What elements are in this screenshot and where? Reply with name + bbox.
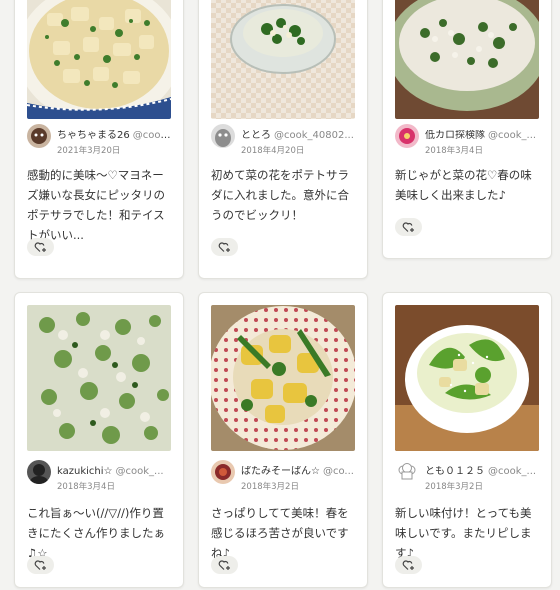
heart-plus-icon — [34, 560, 46, 570]
post-date: 2018年3月2日 — [241, 482, 299, 492]
like-button[interactable] — [395, 556, 422, 574]
user-display-name: ととろ — [241, 130, 271, 141]
cooksnap-card[interactable]: ちゃちゃまる26@cook_... 2021年3月20日 感動的に美味～♡マヨネ… — [14, 0, 184, 279]
user-avatar[interactable] — [27, 124, 51, 148]
comment-text: 新じゃがと菜の花♡春の味美味しく出来ました♪ — [395, 168, 532, 202]
potato-salad-photo[interactable] — [27, 0, 171, 119]
user-avatar[interactable] — [27, 460, 51, 484]
comment-text: 感動的に美味～♡マヨネーズ嫌いな長女にピッタリのポテサラでした！和テイストがいい… — [27, 168, 165, 242]
heart-plus-icon — [218, 560, 230, 570]
comment-text: これ旨ぁ～い(//▽//)作り置きにたくさん作りましたぁ♫☆ — [27, 506, 165, 560]
cooksnap-card[interactable]: ぱたみそーぱん☆ @co... 2018年3月2日 さっぱりしてて美味！春を感じる… — [198, 292, 368, 588]
comment-text: 新しい味付け！とっても美味しいです。またリピします♪ — [395, 506, 532, 560]
cooksnap-card[interactable]: kazukichi☆ @cook_... 2018年3月4日 これ旨ぁ～い(//▽… — [14, 292, 184, 588]
chef-hat-icon — [395, 460, 419, 484]
dotted-plate-potato-photo[interactable] — [211, 305, 355, 451]
heart-plus-icon — [34, 242, 46, 252]
glass-bowl-salad-photo[interactable] — [211, 0, 355, 119]
user-display-name: kazukichi☆ — [57, 466, 113, 477]
comment-text: さっぱりしてて美味！春を感じるほろ苦さが良いですね♪ — [211, 506, 349, 560]
cooksnap-card[interactable]: ととろ @cook_40802... 2018年4月20日 初めて菜の花をポテトサ… — [198, 0, 368, 279]
user-name[interactable]: ちゃちゃまる26@cook_... — [57, 130, 175, 142]
cooksnap-card[interactable]: 低カロ探検隊 @cook_... 2018年3月4日 新じゃがと菜の花♡春の味美味… — [382, 0, 552, 259]
post-date: 2018年3月4日 — [425, 146, 483, 156]
heart-plus-icon — [218, 242, 230, 252]
green-plate-salad-photo[interactable] — [395, 0, 539, 119]
comment-text: 初めて菜の花をポテトサラダに入れました。意外に合うのでビックリ！ — [211, 168, 349, 222]
like-button[interactable] — [211, 556, 238, 574]
user-handle: @cook_... — [132, 130, 175, 141]
heart-plus-icon — [402, 560, 414, 570]
user-name[interactable]: 低カロ探検隊 @cook_... — [425, 130, 536, 142]
like-button[interactable] — [395, 218, 422, 236]
like-button[interactable] — [27, 556, 54, 574]
user-handle: @cook_... — [115, 466, 164, 477]
post-date: 2018年3月4日 — [57, 482, 115, 492]
post-date: 2021年3月20日 — [57, 146, 121, 156]
mashed-salad-photo[interactable] — [27, 305, 171, 451]
like-button[interactable] — [27, 238, 54, 256]
user-avatar[interactable] — [395, 460, 419, 484]
like-button[interactable] — [211, 238, 238, 256]
user-display-name: とも０１２５ — [425, 466, 485, 477]
user-avatar[interactable] — [395, 124, 419, 148]
user-name[interactable]: kazukichi☆ @cook_... — [57, 466, 164, 478]
user-handle: @cook_... — [488, 466, 537, 477]
user-handle: @cook_... — [488, 130, 537, 141]
user-avatar[interactable] — [211, 460, 235, 484]
cooksnap-card[interactable]: とも０１２５ @cook_... 2018年3月2日 新しい味付け！とっても美味し… — [382, 292, 552, 588]
post-date: 2018年3月2日 — [425, 482, 483, 492]
user-handle: @cook_40802... — [274, 130, 354, 141]
heart-plus-icon — [402, 222, 414, 232]
user-display-name: 低カロ探検隊 — [425, 130, 485, 141]
user-name[interactable]: とも０１２５ @cook_... — [425, 466, 536, 478]
user-display-name: ぱたみそーぱん☆ — [241, 466, 320, 477]
post-date: 2018年4月20日 — [241, 146, 305, 156]
user-handle: @co... — [322, 466, 354, 477]
user-avatar[interactable] — [211, 124, 235, 148]
user-name[interactable]: ぱたみそーぱん☆ @co... — [241, 466, 354, 478]
user-name[interactable]: ととろ @cook_40802... — [241, 130, 354, 142]
user-display-name: ちゃちゃまる26 — [57, 130, 130, 141]
white-bowl-salad-photo[interactable] — [395, 305, 539, 451]
